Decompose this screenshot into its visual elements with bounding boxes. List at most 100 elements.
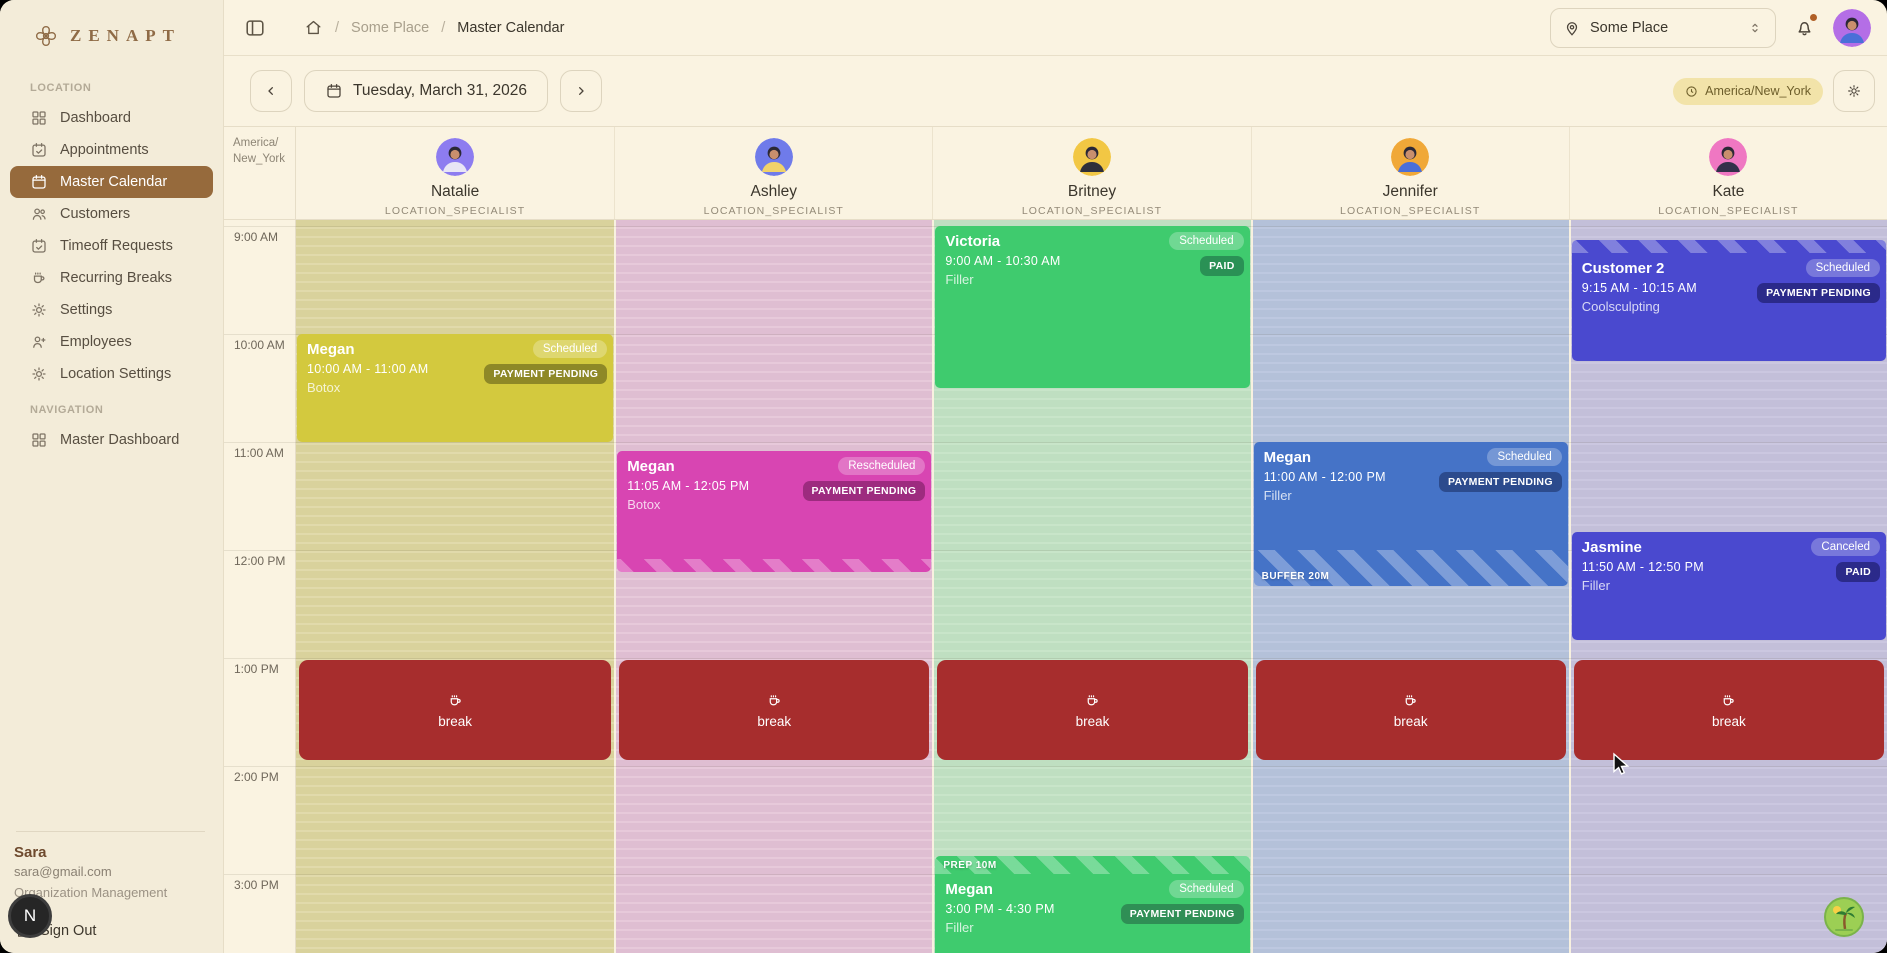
date-picker-button[interactable]: Tuesday, March 31, 2026 — [304, 70, 548, 112]
sidebar-panel-icon — [244, 17, 266, 39]
chevron-right-icon — [573, 83, 589, 99]
break-block[interactable]: break — [619, 660, 929, 760]
calendar-settings-button[interactable] — [1833, 70, 1875, 112]
buffer-label: BUFFER 20M — [1262, 571, 1330, 582]
home-icon[interactable] — [304, 18, 323, 37]
break-block[interactable]: break — [937, 660, 1247, 760]
time-label: 3:00 PM — [234, 878, 279, 892]
specialist-header-jennifer: Jennifer LOCATION_SPECIALIST — [1251, 127, 1569, 219]
flower-logo-icon — [32, 22, 60, 50]
avatar — [1391, 138, 1429, 176]
sidebar-item-appointments[interactable]: Appointments — [0, 134, 223, 166]
specialist-header-kate: KateLOCATION_SPECIALIST — [1569, 127, 1887, 219]
status-badge: Rescheduled — [838, 457, 925, 475]
breadcrumb-parent[interactable]: Some Place — [351, 20, 429, 36]
hour-gridline — [224, 766, 1887, 767]
coffee-icon — [1402, 692, 1419, 709]
event-megan[interactable]: BUFFER 20MMegan11:00 AM - 12:00 PMFiller… — [1254, 442, 1568, 586]
specialist-role: LOCATION_SPECIALIST — [1340, 205, 1480, 217]
time-label: 9:00 AM — [234, 230, 278, 244]
event-megan[interactable]: Megan11:05 AM - 12:05 PMBotoxRescheduled… — [617, 451, 931, 572]
avatar — [436, 138, 474, 176]
calendar-icon — [325, 82, 343, 100]
sidebar-item-master-dashboard[interactable]: Master Dashboard — [0, 424, 223, 456]
breadcrumb-separator: / — [335, 20, 339, 36]
app-window: ZENAPT LOCATIONDashboardAppointmentsMast… — [0, 0, 1887, 953]
sidebar-item-location-settings[interactable]: Location Settings — [0, 358, 223, 390]
coffee-icon — [30, 269, 48, 287]
event-megan[interactable]: Megan10:00 AM - 11:00 AMBotoxScheduledPA… — [297, 334, 613, 442]
event-badges: ScheduledPAYMENT PENDING — [1439, 448, 1562, 492]
time-label: 12:00 PM — [234, 554, 285, 568]
event-customer-2[interactable]: Customer 29:15 AM - 10:15 AMCoolsculptin… — [1572, 240, 1886, 361]
sidebar-section-label: NAVIGATION — [0, 390, 223, 424]
sidebar-item-label: Appointments — [60, 142, 149, 158]
location-pin-icon — [1563, 19, 1581, 37]
sidebar-item-employees[interactable]: Employees — [0, 326, 223, 358]
topbar: / Some Place / Master Calendar Some Plac… — [224, 0, 1887, 56]
divider — [16, 831, 205, 832]
break-label: break — [1712, 714, 1746, 729]
user-email: sara@gmail.com — [14, 864, 207, 879]
specialist-header-britney: Britney LOCATION_SPECIALIST — [932, 127, 1250, 219]
sidebar-item-customers[interactable]: Customers — [0, 198, 223, 230]
sidebar-toggle-button[interactable] — [244, 17, 266, 39]
notifications-button[interactable] — [1794, 17, 1815, 38]
event-megan[interactable]: PREP 10MMegan3:00 PM - 4:30 PMFillerSche… — [935, 856, 1249, 953]
appointments-icon — [30, 141, 48, 159]
sidebar-item-label: Master Dashboard — [60, 432, 179, 448]
user-avatar[interactable] — [1833, 9, 1871, 47]
status-badge: Scheduled — [533, 340, 607, 358]
previous-day-button[interactable] — [250, 70, 292, 112]
sidebar-item-label: Master Calendar — [60, 174, 167, 190]
break-block[interactable]: break — [299, 660, 611, 760]
calendar-toolbar: Tuesday, March 31, 2026 America/New_York — [224, 56, 1887, 126]
breadcrumb-separator: / — [441, 20, 445, 36]
brand-name: ZENAPT — [70, 26, 181, 46]
status-badge: Canceled — [1811, 538, 1880, 556]
calendar-header: America/New_York NatalieLOCATION_SPECIAL… — [224, 127, 1887, 220]
after-buffer-stripe — [617, 559, 931, 572]
event-victoria[interactable]: Victoria9:00 AM - 10:30 AMFillerSchedule… — [935, 226, 1249, 388]
sidebar-item-master-calendar[interactable]: Master Calendar — [10, 166, 213, 198]
sidebar-item-label: Dashboard — [60, 110, 131, 126]
location-select-value: Some Place — [1590, 20, 1668, 36]
notification-dot — [1810, 14, 1817, 21]
specialist-name: Jennifer — [1383, 183, 1438, 201]
specialist-role: LOCATION_SPECIALIST — [385, 205, 525, 217]
timeoff-icon — [30, 237, 48, 255]
palm-tree-sticker — [1824, 897, 1864, 937]
sidebar-item-timeoff-requests[interactable]: Timeoff Requests — [0, 230, 223, 262]
sidebar-item-label: Timeoff Requests — [60, 238, 173, 254]
coffee-icon — [1084, 692, 1101, 709]
floating-n-button[interactable]: N — [8, 894, 52, 938]
status-badge: Scheduled — [1487, 448, 1561, 466]
event-jasmine[interactable]: Jasmine11:50 AM - 12:50 PMFillerCanceled… — [1572, 532, 1886, 640]
sidebar-item-settings[interactable]: Settings — [0, 294, 223, 326]
employees-icon — [30, 333, 48, 351]
status-badge: Scheduled — [1806, 259, 1880, 277]
break-block[interactable]: break — [1256, 660, 1566, 760]
next-day-button[interactable] — [560, 70, 602, 112]
specialist-role: LOCATION_SPECIALIST — [1022, 205, 1162, 217]
location-select[interactable]: Some Place — [1550, 8, 1776, 48]
chevron-left-icon — [263, 83, 279, 99]
after-buffer-stripe: BUFFER 20M — [1254, 550, 1568, 586]
breadcrumb-current: Master Calendar — [457, 20, 564, 36]
break-block[interactable]: break — [1574, 660, 1884, 760]
specialist-name: Kate — [1712, 183, 1744, 201]
time-label: 11:00 AM — [234, 446, 284, 460]
brand-logo: ZENAPT — [0, 0, 223, 68]
status-badge: Scheduled — [1169, 232, 1243, 250]
clock-icon — [1685, 85, 1698, 98]
sidebar-item-recurring-breaks[interactable]: Recurring Breaks — [0, 262, 223, 294]
time-label: 2:00 PM — [234, 770, 279, 784]
calendar-column-natalie: Megan10:00 AM - 11:00 AMBotoxScheduledPA… — [296, 220, 614, 953]
dashboard-icon — [30, 109, 48, 127]
master-calendar: America/New_York NatalieLOCATION_SPECIAL… — [224, 126, 1887, 953]
sidebar-item-label: Employees — [60, 334, 132, 350]
specialist-name: Britney — [1068, 183, 1116, 201]
timezone-badge: America/New_York — [1673, 78, 1823, 105]
sidebar-item-dashboard[interactable]: Dashboard — [0, 102, 223, 134]
event-badges: RescheduledPAYMENT PENDING — [803, 457, 926, 501]
